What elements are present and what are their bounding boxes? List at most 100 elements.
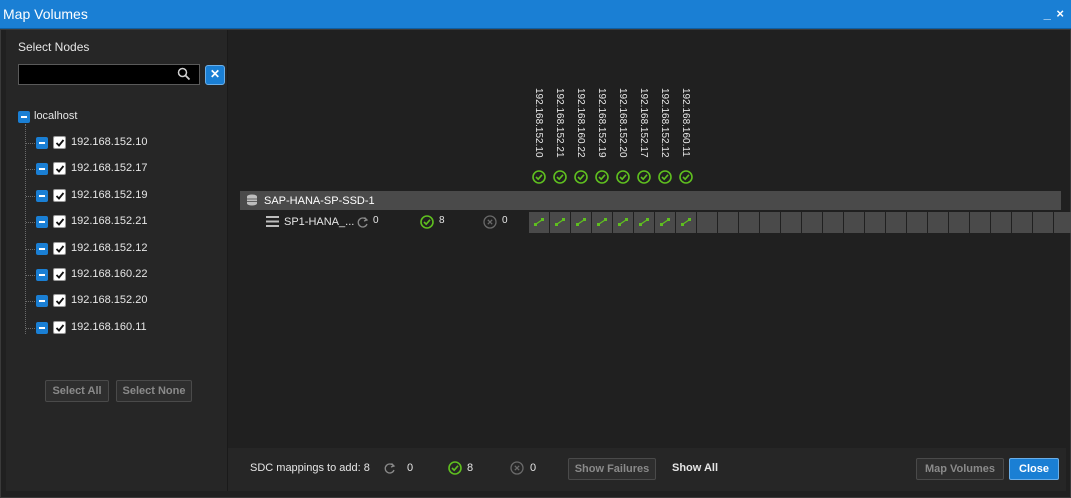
success-count: 8 <box>439 215 445 226</box>
refresh-icon <box>384 463 396 474</box>
mapping-cell-empty[interactable] <box>1012 212 1032 233</box>
failed-icon <box>483 215 497 229</box>
mapping-cell-empty[interactable] <box>760 212 780 233</box>
storage-pool-group-row[interactable]: SAP-HANA-SP-SSD-1 <box>240 191 1061 210</box>
column-header-node: 192.168.152.17 <box>638 88 652 164</box>
node-status-ok-icon <box>637 170 651 184</box>
mapped-link-icon <box>618 218 628 226</box>
list-icon <box>266 216 279 227</box>
show-all-link[interactable]: Show All <box>672 462 718 474</box>
clear-search-button[interactable]: ✕ <box>205 65 225 85</box>
mapping-cell-empty[interactable] <box>991 212 1011 233</box>
node-label: 192.168.152.12 <box>71 241 148 254</box>
collapse-icon[interactable] <box>36 242 48 255</box>
database-icon <box>247 194 257 206</box>
column-header-label: 192.168.152.10 <box>533 88 544 158</box>
mapped-link-icon <box>576 218 586 226</box>
node-checkbox[interactable] <box>53 162 66 176</box>
mapping-cell-mapped[interactable] <box>592 212 612 233</box>
checkmark-icon <box>55 218 65 227</box>
tree-node[interactable]: 192.168.152.20 <box>6 294 228 314</box>
mappings-to-add-label: SDC mappings to add: 8 <box>250 462 370 474</box>
mapping-cell-empty[interactable] <box>970 212 990 233</box>
column-header-node: 192.168.160.11 <box>680 88 694 164</box>
collapse-icon[interactable] <box>36 269 48 281</box>
mapping-cell-empty[interactable] <box>718 212 738 233</box>
failed-icon <box>510 461 524 475</box>
tree-node[interactable]: 192.168.152.21 <box>6 215 228 235</box>
mapping-cell-empty[interactable] <box>739 212 759 233</box>
node-status-ok-icon <box>532 170 546 184</box>
collapse-icon[interactable] <box>18 111 30 123</box>
collapse-icon[interactable] <box>36 321 48 334</box>
collapse-icon[interactable] <box>36 216 48 229</box>
tree-node[interactable]: 192.168.152.17 <box>6 162 228 182</box>
mapping-cell-empty[interactable] <box>1054 212 1071 233</box>
mapping-cell-empty[interactable] <box>823 212 843 233</box>
node-status-ok-icon <box>553 170 567 184</box>
show-failures-button[interactable]: Show Failures <box>568 458 656 480</box>
mapping-cell-mapped[interactable] <box>571 212 591 233</box>
column-header-node: 192.168.152.21 <box>554 88 568 164</box>
tree-node[interactable]: 192.168.152.19 <box>6 188 228 209</box>
checkmark-icon <box>55 245 65 253</box>
node-label: 192.168.152.10 <box>71 136 148 148</box>
mapping-cell-empty[interactable] <box>697 212 717 233</box>
mapped-link-icon <box>681 218 691 226</box>
dialog-footer: SDC mappings to add: 8 0 8 0 Show Failur… <box>228 448 1066 491</box>
search-icon[interactable] <box>176 66 192 82</box>
mapping-cell-mapped[interactable] <box>655 212 675 233</box>
node-label: 192.168.152.20 <box>71 294 148 307</box>
mapping-cell-mapped[interactable] <box>634 212 654 233</box>
mapping-cell-empty[interactable] <box>949 212 969 233</box>
node-search-input[interactable] <box>18 64 200 85</box>
node-checkbox[interactable] <box>53 294 66 308</box>
mapping-cell-empty[interactable] <box>865 212 885 233</box>
node-checkbox[interactable] <box>53 188 66 202</box>
node-selection-panel: Select Nodes ✕ localhost 192.168.152.10 1… <box>6 30 228 491</box>
mapping-cell-mapped[interactable] <box>613 212 633 233</box>
mapping-cell-mapped[interactable] <box>550 212 570 233</box>
tree-node[interactable]: 192.168.160.22 <box>6 268 228 288</box>
tree-node[interactable]: 192.168.152.12 <box>6 241 228 262</box>
mapping-cell-empty[interactable] <box>1033 212 1053 233</box>
node-status-ok-icon <box>679 170 693 184</box>
tree-connector <box>26 248 35 250</box>
mapping-cell-empty[interactable] <box>844 212 864 233</box>
mapped-link-icon <box>534 218 544 226</box>
select-all-button[interactable]: Select All <box>45 380 109 402</box>
tree-node[interactable]: 192.168.160.11 <box>6 320 228 341</box>
node-label: 192.168.160.22 <box>71 268 148 280</box>
node-label: 192.168.152.21 <box>71 215 148 228</box>
collapse-icon[interactable] <box>36 295 48 308</box>
mapping-cell-empty[interactable] <box>928 212 948 233</box>
node-checkbox[interactable] <box>53 268 66 281</box>
mapping-cell-empty[interactable] <box>802 212 822 233</box>
mapping-cell-empty[interactable] <box>907 212 927 233</box>
collapse-icon[interactable] <box>36 189 48 202</box>
footer-success-count: 8 <box>467 462 474 474</box>
select-none-button[interactable]: Select None <box>116 380 192 402</box>
mapping-cell-mapped[interactable] <box>529 212 549 233</box>
close-button[interactable]: Close <box>1009 458 1059 480</box>
node-checkbox[interactable] <box>53 136 66 149</box>
node-checkbox[interactable] <box>53 215 66 229</box>
node-checkbox[interactable] <box>53 241 66 255</box>
node-checkbox[interactable] <box>53 320 66 334</box>
checkmark-icon <box>55 297 65 306</box>
tree-node[interactable]: 192.168.152.10 <box>6 136 228 156</box>
mapping-cell-empty[interactable] <box>781 212 801 233</box>
failed-count: 0 <box>502 215 508 226</box>
group-name: SAP-HANA-SP-SSD-1 <box>264 195 375 207</box>
mapping-cell-empty[interactable] <box>886 212 906 233</box>
map-volumes-button[interactable]: Map Volumes <box>916 458 1004 480</box>
checkmark-icon <box>55 271 65 279</box>
column-header-label: 192.168.152.12 <box>659 88 670 158</box>
collapse-icon[interactable] <box>36 137 48 149</box>
collapse-icon[interactable] <box>36 163 48 176</box>
volume-row[interactable]: SP1-HANA_... 0 8 0 <box>240 212 1071 233</box>
window-controls[interactable]: _ × <box>1044 6 1065 21</box>
mapping-cell-mapped[interactable] <box>676 212 696 233</box>
column-header-node: 192.168.152.10 <box>533 88 547 164</box>
mapped-link-icon <box>597 218 607 226</box>
